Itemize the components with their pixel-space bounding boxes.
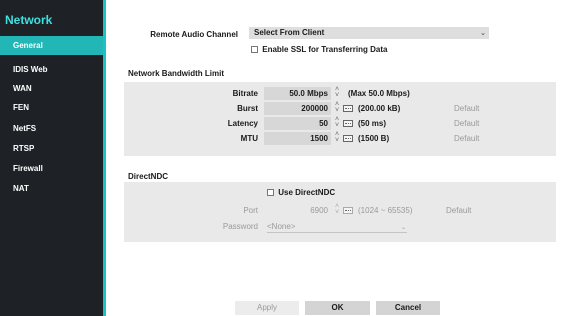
port-field[interactable]: 6900 — [264, 206, 331, 215]
burst-label: Burst — [237, 104, 258, 113]
password-field[interactable]: <None> ⌄ — [267, 222, 407, 233]
remote-audio-label: Remote Audio Channel — [150, 30, 238, 39]
remote-audio-select[interactable]: Select From Client ⌄ — [249, 27, 489, 39]
bitrate-note: (Max 50.0 Mbps) — [348, 89, 410, 98]
use-directndc-checkbox[interactable] — [267, 189, 274, 196]
port-default-button[interactable]: Default — [446, 206, 471, 215]
burst-default-button[interactable]: Default — [454, 104, 479, 113]
mtu-label: MTU — [240, 134, 258, 143]
port-spinner-icon[interactable]: ˄ ˅ — [334, 203, 340, 216]
directndc-panel: Use DirectNDC Port 6900 ˄ ˅ (1024 ~ 65535… — [124, 182, 556, 242]
mtu-default-button[interactable]: Default — [454, 134, 479, 143]
bitrate-field[interactable]: 50.0 Mbps — [264, 87, 331, 100]
sidebar-item-general[interactable]: General — [0, 36, 103, 55]
latency-keyboard-icon[interactable] — [343, 120, 353, 127]
burst-note: (200.00 kB) — [358, 104, 401, 113]
password-dropdown-icon: ⌄ — [400, 225, 406, 231]
mtu-field[interactable]: 1500 — [264, 132, 331, 145]
use-directndc-label: Use DirectNDC — [278, 188, 336, 197]
sidebar-item-firewall[interactable]: Firewall — [0, 159, 103, 178]
burst-spinner-icon[interactable]: ˄ ˅ — [334, 101, 340, 114]
ok-button[interactable]: OK — [305, 301, 370, 315]
sidebar-title: Network — [5, 13, 53, 27]
latency-field[interactable]: 50 — [264, 117, 331, 130]
password-value: <None> — [267, 222, 296, 231]
bitrate-spinner-icon[interactable]: ˄ ˅ — [334, 86, 340, 99]
mtu-keyboard-icon[interactable] — [343, 135, 353, 142]
latency-label: Latency — [227, 119, 258, 128]
directndc-heading: DirectNDC — [128, 172, 169, 181]
use-directndc-row[interactable]: Use DirectNDC — [267, 188, 335, 198]
sidebar-item-netfs[interactable]: NetFS — [0, 119, 103, 138]
content-area: Remote Audio Channel Select From Client … — [106, 0, 564, 316]
latency-note: (50 ms) — [358, 119, 387, 128]
port-range: (1024 ~ 65535) — [358, 206, 413, 215]
sidebar-item-fen[interactable]: FEN — [0, 98, 103, 117]
ssl-checkbox[interactable] — [251, 46, 258, 53]
ssl-row[interactable]: Enable SSL for Transferring Data — [251, 45, 387, 55]
remote-audio-value: Select From Client — [254, 28, 325, 37]
bitrate-label: Bitrate — [232, 89, 258, 98]
sidebar-item-nat[interactable]: NAT — [0, 179, 103, 198]
mtu-spinner-icon[interactable]: ˄ ˅ — [334, 131, 340, 144]
sidebar-item-rtsp[interactable]: RTSP — [0, 139, 103, 158]
mtu-note: (1500 B) — [358, 134, 390, 143]
port-keyboard-icon[interactable] — [343, 207, 353, 214]
ssl-label: Enable SSL for Transferring Data — [262, 45, 388, 54]
latency-spinner-icon[interactable]: ˄ ˅ — [334, 116, 340, 129]
cancel-button[interactable]: Cancel — [376, 301, 440, 315]
burst-keyboard-icon[interactable] — [343, 105, 353, 112]
bandwidth-heading: Network Bandwidth Limit — [128, 69, 224, 78]
sidebar: Network General IDIS Web WAN FEN NetFS R… — [0, 0, 106, 316]
dropdown-arrow-icon: ⌄ — [480, 30, 486, 37]
bandwidth-panel: Bitrate 50.0 Mbps ˄ ˅ (Max 50.0 Mbps) Bur… — [124, 82, 556, 156]
password-label: Password — [222, 222, 258, 231]
apply-button[interactable]: Apply — [235, 301, 299, 315]
sidebar-item-wan[interactable]: WAN — [0, 79, 103, 98]
burst-field[interactable]: 200000 — [264, 102, 331, 115]
port-label: Port — [243, 206, 258, 215]
sidebar-item-idis-web[interactable]: IDIS Web — [0, 60, 103, 79]
latency-default-button[interactable]: Default — [454, 119, 479, 128]
